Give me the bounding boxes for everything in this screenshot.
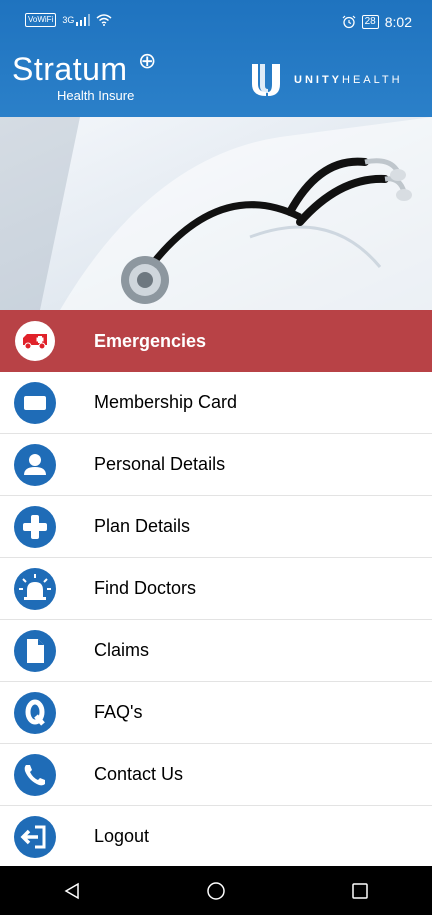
menu-label: FAQ's <box>94 702 143 722</box>
brand-name: Stratum <box>12 51 128 87</box>
menu-label: Membership Card <box>94 392 238 412</box>
menu-label: Find Doctors <box>94 578 197 598</box>
unityhealth-logo: UNITYHEALTH <box>250 62 403 98</box>
menu-item-contact-us[interactable]: Contact Us <box>0 744 432 806</box>
menu-item-faqs[interactable]: FAQ's <box>0 682 432 744</box>
menu-item-emergencies[interactable]: Emergencies <box>0 310 432 372</box>
menu-item-membership-card[interactable]: Membership Card <box>0 372 432 434</box>
back-button[interactable] <box>52 871 92 911</box>
menu-label: Claims <box>94 640 150 660</box>
app-header: VoWiFi 3G 28 8:02 Stratum ⊕ Health Insur… <box>0 0 432 117</box>
home-button[interactable] <box>196 871 236 911</box>
clock: 8:02 <box>384 14 412 30</box>
recents-button[interactable] <box>340 871 380 911</box>
menu-label: Logout <box>94 826 150 846</box>
stethoscope-image <box>0 117 432 310</box>
ambulance-icon <box>15 321 55 361</box>
brand-plus-icon: ⊕ <box>138 48 157 73</box>
plus-icon <box>14 506 56 548</box>
phone-icon <box>14 754 56 796</box>
hero-image <box>0 117 432 310</box>
signal-icon <box>76 14 91 26</box>
menu-label: Contact Us <box>94 764 184 784</box>
main-menu: Emergencies Membership Card Personal Det… <box>0 310 432 868</box>
status-bar: VoWiFi 3G 28 8:02 <box>0 0 432 44</box>
faq-icon <box>14 692 56 734</box>
menu-item-claims[interactable]: Claims <box>0 620 432 682</box>
unity-shield-icon <box>252 64 280 96</box>
menu-item-plan-details[interactable]: Plan Details <box>0 496 432 558</box>
menu-item-logout[interactable]: Logout <box>0 806 432 868</box>
logout-icon <box>14 816 56 858</box>
unity-text-rest: HEALTH <box>342 74 403 86</box>
recents-icon <box>352 882 368 899</box>
home-icon <box>207 881 225 900</box>
network-type: 3G <box>62 15 75 25</box>
user-icon <box>14 444 56 486</box>
wifi-icon <box>96 14 112 26</box>
system-nav-bar <box>0 866 432 915</box>
stratum-logo: Stratum ⊕ Health Insure <box>12 48 156 103</box>
back-icon <box>64 882 79 899</box>
battery-icon: 28 <box>361 15 379 29</box>
card-icon <box>14 382 56 424</box>
menu-label: Emergencies <box>94 330 207 351</box>
vowifi-badge: VoWiFi <box>25 13 57 27</box>
document-icon <box>14 630 56 672</box>
menu-item-find-doctors[interactable]: Find Doctors <box>0 558 432 620</box>
unity-text-bold: UNITY <box>294 74 342 86</box>
brand-subtitle: Health Insure <box>57 88 135 103</box>
menu-item-personal-details[interactable]: Personal Details <box>0 434 432 496</box>
siren-icon <box>14 568 56 610</box>
menu-label: Personal Details <box>94 454 226 474</box>
alarm-icon <box>342 15 356 29</box>
menu-label: Plan Details <box>94 516 191 536</box>
